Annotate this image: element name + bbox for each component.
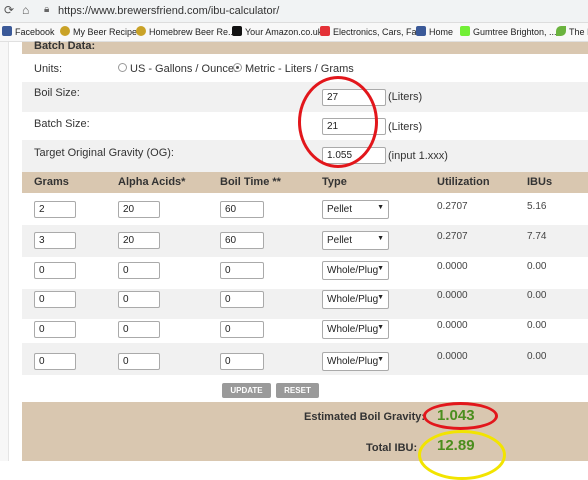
refresh-icon[interactable]: ⟳ bbox=[4, 3, 14, 17]
batch-data-header: Batch Data: bbox=[22, 40, 588, 54]
total-ibu-label: Total IBU: bbox=[366, 442, 418, 454]
estimated-boil-gravity-label: Estimated Boil Gravity: bbox=[304, 411, 426, 423]
bookmark-amazon[interactable]: Your Amazon.co.uk bbox=[232, 26, 322, 37]
boil-time-input[interactable] bbox=[220, 353, 264, 370]
boil-size-label: Boil Size: bbox=[34, 87, 80, 99]
alpha-acids-input[interactable] bbox=[118, 353, 160, 370]
yellow-annotation-ring bbox=[418, 430, 506, 480]
batch-size-label: Batch Size: bbox=[34, 118, 90, 130]
col-type: Type bbox=[322, 176, 347, 188]
ebay-icon bbox=[320, 26, 330, 36]
bookmark-the[interactable]: The I bbox=[556, 26, 588, 37]
left-rail bbox=[0, 42, 9, 461]
facebook-icon bbox=[2, 26, 12, 36]
alpha-acids-input[interactable] bbox=[118, 321, 160, 338]
radio-unchecked-icon[interactable] bbox=[118, 63, 127, 72]
radio-checked-icon[interactable] bbox=[233, 63, 242, 72]
alpha-acids-input[interactable] bbox=[118, 232, 160, 249]
col-grams: Grams bbox=[34, 176, 69, 188]
url-field[interactable]: https://www.brewersfriend.com/ibu-calcul… bbox=[58, 5, 279, 17]
utilization-value: 0.0000 bbox=[437, 351, 468, 362]
grams-input[interactable] bbox=[34, 321, 76, 338]
ibus-value: 5.16 bbox=[527, 201, 547, 212]
type-select[interactable]: Pellet ▼ bbox=[322, 200, 389, 219]
ibus-value: 7.74 bbox=[527, 231, 547, 242]
bookmark-gumtree[interactable]: Gumtree Brighton, ... bbox=[460, 26, 557, 37]
caret-down-icon: ▼ bbox=[377, 356, 384, 363]
leaf-icon bbox=[556, 26, 566, 36]
type-select[interactable]: Whole/Plug ▼ bbox=[322, 320, 389, 339]
table-row: Pellet▼ 0.2707 5.16 bbox=[22, 193, 588, 225]
bookmark-facebook[interactable]: Facebook bbox=[2, 26, 55, 37]
boil-time-input[interactable] bbox=[220, 262, 264, 279]
facebook-icon bbox=[416, 26, 426, 36]
col-ibus: IBUs bbox=[527, 176, 553, 188]
boil-time-input[interactable] bbox=[220, 232, 264, 249]
lock-icon: 🔒︎ bbox=[44, 4, 50, 15]
table-row: Whole/Plug▼ 0.0000 0.00 bbox=[22, 343, 588, 375]
home-icon[interactable]: ⌂ bbox=[22, 3, 29, 17]
grams-input[interactable] bbox=[34, 232, 76, 249]
caret-down-icon: ▼ bbox=[377, 235, 384, 242]
bookmark-home[interactable]: Home bbox=[416, 26, 453, 37]
unit-metric-option[interactable]: Metric - Liters / Grams bbox=[233, 63, 354, 75]
bookmark-ebay[interactable]: Electronics, Cars, Fa... bbox=[320, 26, 424, 37]
table-row: Whole/Plug▼ 0.0000 0.00 bbox=[22, 289, 588, 319]
ibus-value: 0.00 bbox=[527, 261, 547, 272]
type-select[interactable]: Whole/Plug ▼ bbox=[322, 352, 389, 371]
alpha-acids-input[interactable] bbox=[118, 291, 160, 308]
units-row: Units: US - Gallons / Ounces Metric - Li… bbox=[22, 54, 588, 82]
red-annotation-ring bbox=[423, 402, 498, 430]
utilization-value: 0.0000 bbox=[437, 320, 468, 331]
alpha-acids-input[interactable] bbox=[118, 201, 160, 218]
col-boil-time: Boil Time ** bbox=[220, 176, 281, 188]
boil-time-input[interactable] bbox=[220, 291, 264, 308]
grams-input[interactable] bbox=[34, 201, 76, 218]
boil-size-unit: (Liters) bbox=[388, 91, 423, 103]
caret-down-icon: ▼ bbox=[377, 294, 384, 301]
unit-us-option[interactable]: US - Gallons / Ounces bbox=[118, 63, 239, 75]
bookmark-my-beer-recipes[interactable]: My Beer Recipes bbox=[60, 26, 142, 37]
hops-table-header: Grams Alpha Acids* Boil Time ** Type Uti… bbox=[22, 172, 588, 193]
col-alpha-acids: Alpha Acids* bbox=[118, 176, 186, 188]
col-utilization: Utilization bbox=[437, 176, 490, 188]
ibus-value: 0.00 bbox=[527, 290, 547, 301]
units-label: Units: bbox=[34, 63, 63, 75]
table-row: Pellet▼ 0.2707 7.74 bbox=[22, 225, 588, 257]
beer-icon bbox=[136, 26, 146, 36]
gumtree-icon bbox=[460, 26, 470, 36]
browser-address-bar: ⟳ ⌂ 🔒︎ https://www.brewersfriend.com/ibu… bbox=[0, 0, 588, 23]
type-select[interactable]: Whole/Plug ▼ bbox=[322, 290, 389, 309]
beer-icon bbox=[60, 26, 70, 36]
caret-down-icon: ▼ bbox=[377, 204, 384, 211]
grams-input[interactable] bbox=[34, 291, 76, 308]
caret-down-icon: ▼ bbox=[377, 265, 384, 272]
ibus-value: 0.00 bbox=[527, 351, 547, 362]
utilization-value: 0.2707 bbox=[437, 201, 468, 212]
utilization-value: 0.0000 bbox=[437, 290, 468, 301]
update-button[interactable]: UPDATE bbox=[222, 383, 271, 398]
utilization-value: 0.0000 bbox=[437, 261, 468, 272]
grams-input[interactable] bbox=[34, 353, 76, 370]
ibus-value: 0.00 bbox=[527, 320, 547, 331]
utilization-value: 0.2707 bbox=[437, 231, 468, 242]
grams-input[interactable] bbox=[34, 262, 76, 279]
type-select[interactable]: Pellet ▼ bbox=[322, 231, 389, 250]
type-select[interactable]: Whole/Plug ▼ bbox=[322, 261, 389, 280]
caret-down-icon: ▼ bbox=[377, 324, 384, 331]
table-row: Whole/Plug▼ 0.0000 0.00 bbox=[22, 319, 588, 343]
og-label: Target Original Gravity (OG): bbox=[34, 147, 174, 159]
table-row: Whole/Plug▼ 0.0000 0.00 bbox=[22, 257, 588, 289]
og-hint: (input 1.xxx) bbox=[388, 150, 448, 162]
alpha-acids-input[interactable] bbox=[118, 262, 160, 279]
reset-button[interactable]: RESET bbox=[276, 383, 319, 398]
batch-size-unit: (Liters) bbox=[388, 121, 423, 133]
amazon-icon bbox=[232, 26, 242, 36]
red-annotation-ring bbox=[298, 76, 378, 168]
boil-time-input[interactable] bbox=[220, 201, 264, 218]
boil-time-input[interactable] bbox=[220, 321, 264, 338]
bookmark-homebrew[interactable]: Homebrew Beer Re... bbox=[136, 26, 236, 37]
